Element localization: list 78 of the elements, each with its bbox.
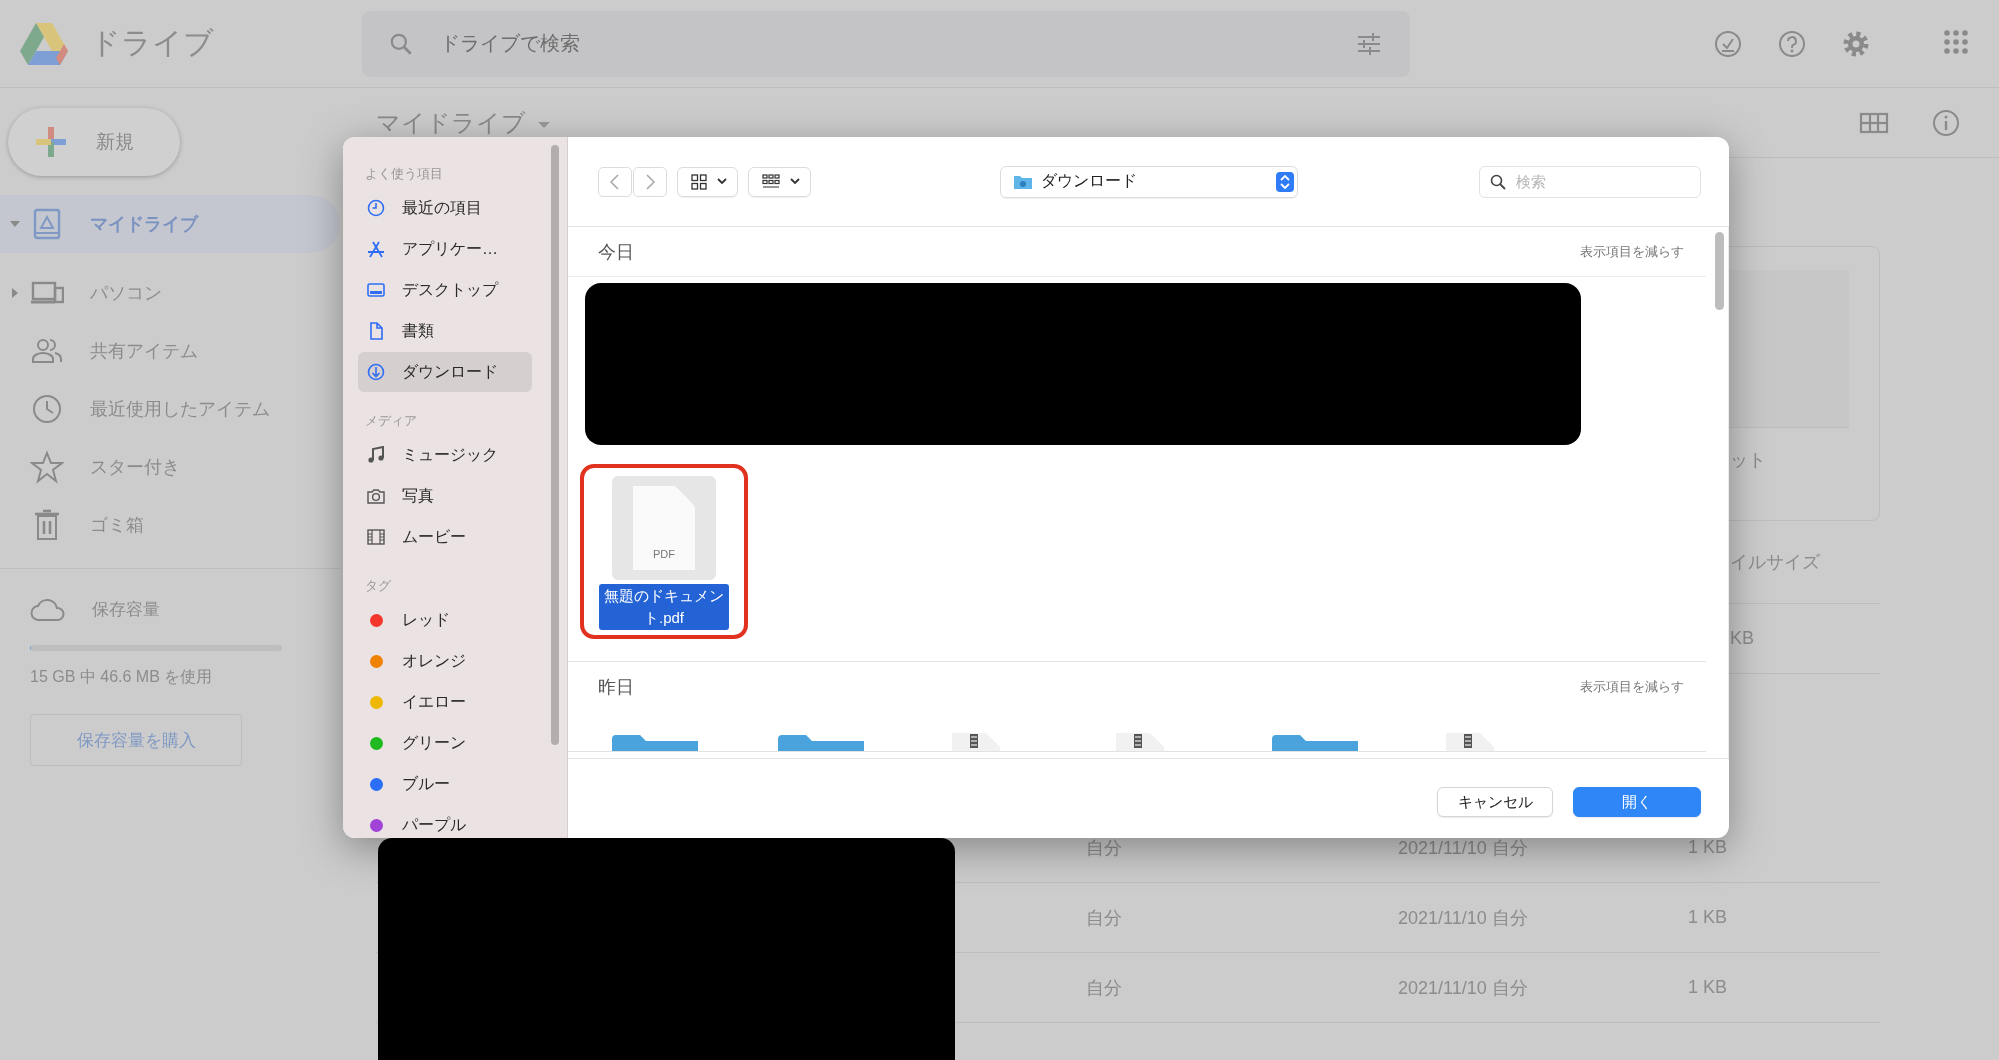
table-cell: 1 KB <box>1688 837 1728 858</box>
search-field[interactable]: ドライブで検索 <box>362 10 1410 77</box>
back-chevron-icon[interactable] <box>598 166 632 197</box>
grouped-grid-icon <box>762 173 780 190</box>
search-field[interactable]: 検索 <box>1479 165 1701 198</box>
table-cell-text: 2021/11/10 自分 <box>1398 906 1528 930</box>
star-icon <box>30 450 64 484</box>
forward-chevron-icon[interactable] <box>633 166 667 197</box>
file-card-title: ット <box>1729 449 1767 472</box>
app-store-icon <box>367 240 385 258</box>
search-input[interactable]: 検索 <box>1514 172 1688 191</box>
folder-icon <box>1012 173 1033 190</box>
stepper-icon <box>1275 171 1294 192</box>
clock-icon <box>367 199 385 217</box>
desktop-icon <box>367 281 385 299</box>
folder-icon <box>778 733 864 751</box>
search-input[interactable]: ドライブで検索 <box>438 31 1332 56</box>
document-icon <box>367 322 385 340</box>
clock-icon <box>30 392 64 426</box>
music-note-icon <box>367 446 385 464</box>
chevron-down-icon <box>790 178 800 185</box>
table-cell: 1 KB <box>1688 907 1728 928</box>
sidebar-item[interactable]: グリーン <box>358 723 532 763</box>
location-popup[interactable]: ダウンロード <box>999 165 1298 198</box>
section-label: タグ <box>364 577 392 595</box>
table-cell: KB <box>1730 628 1754 649</box>
check-circle-icon[interactable] <box>1713 28 1743 59</box>
cloud-icon <box>30 596 66 622</box>
view-mode-button[interactable] <box>677 166 738 197</box>
sidebar-item[interactable]: デスクトップ <box>358 270 532 310</box>
section-label: メディア <box>364 412 418 430</box>
location-label: ダウンロード <box>1040 171 1137 191</box>
filter-sliders-icon[interactable] <box>1356 31 1382 56</box>
folder-icon <box>1272 733 1358 751</box>
file-name[interactable]: 無題のドキュメント.pdf <box>599 584 729 630</box>
scrollbar[interactable] <box>551 145 559 745</box>
table-cell-text: 自分 <box>1086 906 1122 930</box>
sidebar-item[interactable]: レッド <box>358 600 532 640</box>
plus-icon <box>34 125 68 159</box>
camera-icon <box>367 487 385 505</box>
sidebar-item[interactable]: イエロー <box>358 682 532 722</box>
caret-down-icon <box>538 120 550 129</box>
film-icon <box>367 528 385 546</box>
table-cell-text: 2021/11/10 自分 <box>1398 976 1528 1000</box>
section-title: 今日 <box>598 240 634 264</box>
section-label: よく使う項目 <box>364 165 444 183</box>
chevron-down-icon <box>717 178 727 185</box>
sidebar-item[interactable]: ブルー <box>358 764 532 804</box>
group-button[interactable] <box>748 166 811 197</box>
grid-view-icon[interactable] <box>1859 110 1889 135</box>
show-less-link[interactable]: 表示項目を減らす <box>1580 242 1684 261</box>
show-less-link[interactable]: 表示項目を減らす <box>1580 677 1684 696</box>
sidebar-item[interactable]: 写真 <box>358 476 532 516</box>
app-title: ドライブ <box>90 25 214 61</box>
sidebar-item[interactable]: アプリケー… <box>358 229 532 269</box>
sidebar-item[interactable]: ダウンロード <box>358 352 532 392</box>
search-icon <box>1490 173 1506 190</box>
sidebar-item[interactable]: オレンジ <box>358 641 532 681</box>
scrollbar[interactable] <box>1715 232 1724 310</box>
file-thumbnail[interactable]: PDF <box>612 476 716 580</box>
sidebar-item[interactable]: 最近の項目 <box>358 188 532 228</box>
table-cell: 1 KB <box>1688 977 1728 998</box>
cancel-button[interactable]: キャンセル <box>1437 787 1553 817</box>
sidebar-item[interactable]: ミュージック <box>358 435 532 475</box>
drive-logo-icon <box>20 22 68 65</box>
storage-usage: 15 GB 中 46.6 MB を使用 <box>30 667 214 687</box>
folder-icon <box>612 733 698 751</box>
section-title: 昨日 <box>598 675 634 699</box>
table-cell-text: 自分 <box>1086 976 1122 1000</box>
info-icon[interactable] <box>1931 107 1961 138</box>
sidebar-item[interactable]: ムービー <box>358 517 532 557</box>
download-icon <box>367 363 385 381</box>
help-icon[interactable] <box>1777 28 1807 59</box>
file-type-label: PDF <box>653 548 675 560</box>
sidebar-item[interactable]: パープル <box>358 805 532 838</box>
sidebar-item[interactable]: 書類 <box>358 311 532 351</box>
open-button[interactable]: 開く <box>1573 787 1701 817</box>
icon-grid-icon <box>691 173 707 190</box>
